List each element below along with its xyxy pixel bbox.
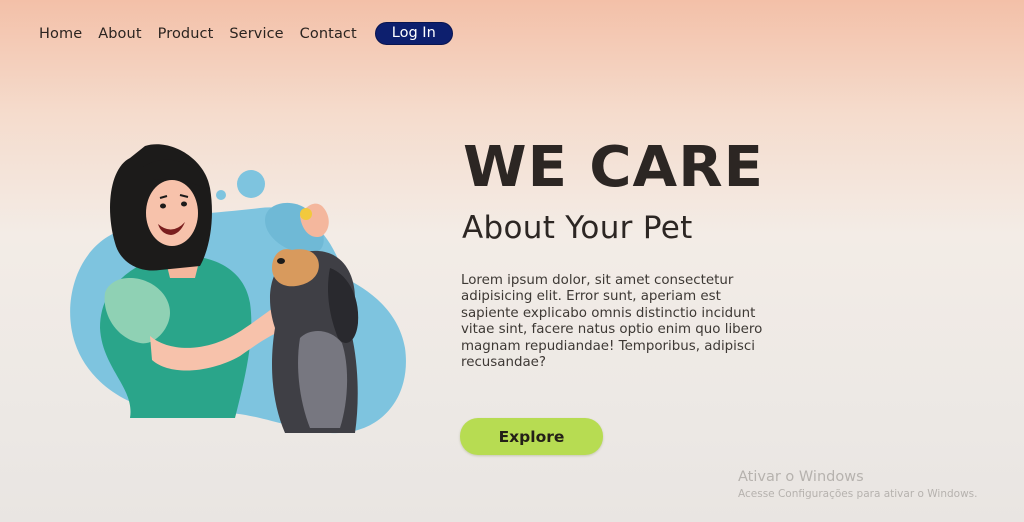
bubble-large — [237, 170, 265, 198]
watermark-subtitle: Acesse Configurações para ativar o Windo… — [738, 488, 978, 500]
hero-headline: WE CARE — [463, 135, 765, 200]
explore-button[interactable]: Explore — [460, 418, 603, 455]
nav-service-link[interactable]: Service — [229, 26, 283, 42]
woman-with-dog-illustration — [70, 144, 406, 434]
nav-home-link[interactable]: Home — [39, 26, 82, 42]
watermark-title: Ativar o Windows — [738, 469, 864, 485]
bubble-small — [216, 190, 226, 200]
top-nav: Home About Product Service Contact Log I… — [39, 22, 453, 45]
nav-product-link[interactable]: Product — [158, 26, 214, 42]
hero-subheadline: About Your Pet — [462, 210, 693, 246]
windows-activation-watermark: Ativar o Windows Acesse Configurações pa… — [738, 469, 977, 500]
login-button[interactable]: Log In — [374, 22, 453, 45]
nav-about-link[interactable]: About — [98, 26, 141, 42]
hero-body-text: Lorem ipsum dolor, sit amet consectetur … — [461, 273, 763, 371]
nav-contact-link[interactable]: Contact — [300, 26, 357, 42]
